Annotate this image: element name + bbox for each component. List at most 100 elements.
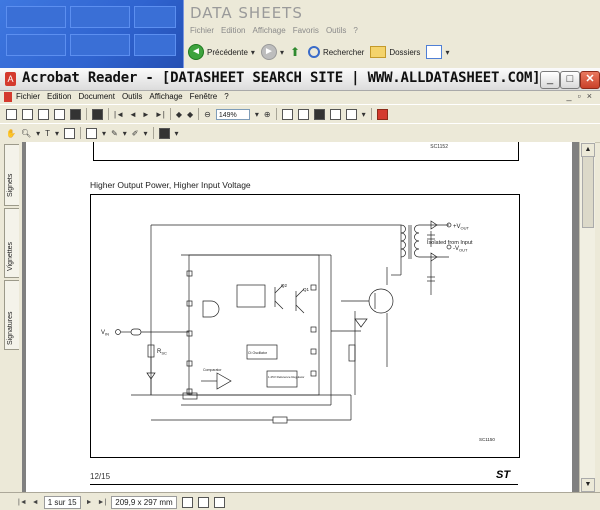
fit-width-icon[interactable] [313, 108, 325, 120]
forward-button[interactable]: ► ▾ [260, 44, 284, 60]
previous-page-icon[interactable]: ◄ [129, 110, 137, 119]
save-icon[interactable] [22, 108, 33, 120]
menu-fenetre[interactable]: Fenêtre [190, 92, 218, 101]
zoom-out-icon[interactable]: ⊖ [204, 110, 211, 119]
print-icon[interactable] [38, 108, 49, 120]
zoom-level-field[interactable]: 149% [215, 108, 250, 120]
menu-document[interactable]: Document [78, 92, 114, 101]
chevron-down-icon[interactable]: ▾ [55, 129, 59, 138]
zoom-in-icon[interactable]: ⊕ [264, 110, 271, 119]
acrobat-app-icon[interactable]: A [5, 72, 16, 86]
back-label: Précédente [207, 47, 248, 57]
up-arrow-icon: ⬆ [289, 45, 301, 59]
continuous-icon[interactable] [197, 497, 209, 508]
snapshot-tool-icon[interactable] [64, 127, 76, 139]
tab-signets[interactable]: Signets [4, 144, 19, 206]
desktop-tile [70, 34, 130, 56]
page-layout-icon[interactable] [345, 108, 357, 120]
acrobat-title-bar[interactable]: A Acrobat Reader - [DATASHEET SEARCH SIT… [0, 68, 600, 91]
explorer-window: DATA SHEETS Fichier Edition Affichage Fa… [183, 0, 600, 68]
menu-edition[interactable]: Edition [47, 92, 71, 101]
previous-view-icon[interactable]: ◆ [176, 110, 182, 119]
document-icon[interactable] [4, 92, 12, 102]
scroll-up-button[interactable]: ▲ [581, 143, 595, 157]
explorer-menu-edition[interactable]: Edition [221, 26, 245, 40]
scroll-down-button[interactable]: ▼ [581, 478, 595, 492]
single-page-icon[interactable] [181, 497, 193, 508]
first-page-button[interactable]: |◄ [18, 499, 27, 506]
find-icon[interactable] [70, 108, 81, 120]
previous-page-button[interactable]: ◄ [32, 499, 39, 506]
minimize-button[interactable]: _ [540, 71, 560, 89]
email-icon[interactable] [54, 108, 65, 120]
tab-vignettes[interactable]: Vignettes [4, 208, 19, 278]
menu-affichage[interactable]: Affichage [149, 92, 182, 101]
last-page-button[interactable]: ►| [98, 499, 107, 506]
circuit-diagram: +VOUT Isolated from Input -VOUT VIN RSC … [90, 194, 520, 458]
folders-label: Dossiers [389, 47, 421, 57]
stamp-tool-icon[interactable] [158, 127, 170, 139]
back-button[interactable]: ◄ Précédente ▾ [188, 44, 255, 60]
first-page-icon[interactable]: |◄ [114, 110, 124, 119]
close-button[interactable]: ✕ [580, 71, 600, 89]
note-tool-icon[interactable] [86, 127, 98, 139]
chevron-down-icon: ▾ [445, 47, 450, 57]
label-q1: Q1 [303, 287, 310, 292]
label-isolated: Isolated from Input [427, 240, 473, 246]
facing-pages-icon[interactable] [213, 497, 225, 508]
label-vin: VIN [101, 330, 109, 337]
vertical-scrollbar[interactable]: ▲ ▼ [579, 142, 595, 492]
back-arrow-icon: ◄ [188, 44, 204, 60]
chevron-down-icon[interactable]: ▾ [36, 129, 40, 138]
zoom-tool-icon[interactable]: 🔍︎ [21, 129, 31, 138]
highlight-tool-icon[interactable]: ✐ [132, 129, 139, 138]
chevron-down-icon[interactable]: ▾ [102, 129, 106, 138]
scroll-thumb[interactable] [582, 156, 594, 228]
page-size: 209,9 x 297 mm [111, 496, 177, 509]
views-button[interactable]: ▾ [426, 45, 449, 59]
doc-close-button[interactable]: × [587, 91, 592, 101]
up-folder-button[interactable]: ⬆ [290, 45, 302, 59]
explorer-menu-affichage[interactable]: Affichage [252, 26, 285, 40]
acrobat-online-icon[interactable] [376, 108, 388, 120]
document-window-controls: _ ▫ × [567, 91, 592, 101]
actual-size-icon[interactable] [281, 108, 293, 120]
chevron-down-icon[interactable]: ▾ [123, 129, 127, 138]
chevron-down-icon[interactable]: ▾ [143, 129, 147, 138]
folders-button[interactable]: Dossiers [370, 46, 420, 58]
chevron-down-icon[interactable]: ▾ [362, 110, 366, 119]
explorer-menu-favoris[interactable]: Favoris [293, 26, 319, 40]
explorer-menu-outils[interactable]: Outils [326, 26, 346, 40]
next-page-icon[interactable]: ► [142, 110, 150, 119]
label-rsc: RSC [157, 349, 167, 356]
text-select-tool-icon[interactable]: T [45, 129, 50, 138]
next-view-icon[interactable]: ◆ [187, 110, 193, 119]
navigation-pane-icon[interactable] [92, 108, 103, 120]
pencil-tool-icon[interactable]: ✎ [111, 129, 118, 138]
rotate-icon[interactable] [329, 108, 341, 120]
document-view[interactable]: SC1152 Higher Output Power, Higher Input… [22, 142, 579, 492]
toolbar-divider [152, 127, 154, 139]
doc-minimize-button[interactable]: _ [567, 91, 572, 101]
search-icon [307, 46, 320, 58]
open-icon[interactable] [6, 108, 17, 120]
explorer-menu-help[interactable]: ? [353, 26, 357, 40]
chevron-down-icon[interactable]: ▾ [255, 110, 259, 119]
maximize-button[interactable]: □ [560, 71, 580, 89]
views-icon [426, 45, 443, 59]
page-indicator[interactable]: 1 sur 15 [43, 496, 81, 509]
last-page-icon[interactable]: ►| [155, 110, 165, 119]
menu-fichier[interactable]: Fichier [16, 92, 40, 101]
search-button[interactable]: Rechercher [307, 46, 364, 58]
doc-restore-button[interactable]: ▫ [578, 91, 581, 101]
next-page-button[interactable]: ► [86, 499, 93, 506]
fit-page-icon[interactable] [297, 108, 309, 120]
toolbar-divider [108, 108, 109, 120]
menu-outils[interactable]: Outils [122, 92, 142, 101]
section-title: Higher Output Power, Higher Input Voltag… [90, 180, 251, 190]
menu-help[interactable]: ? [224, 92, 228, 101]
hand-tool-icon[interactable]: ✋ [6, 129, 16, 138]
chevron-down-icon[interactable]: ▾ [175, 129, 179, 138]
explorer-menu-fichier[interactable]: Fichier [190, 26, 214, 40]
tab-signatures[interactable]: Signatures [4, 280, 19, 350]
